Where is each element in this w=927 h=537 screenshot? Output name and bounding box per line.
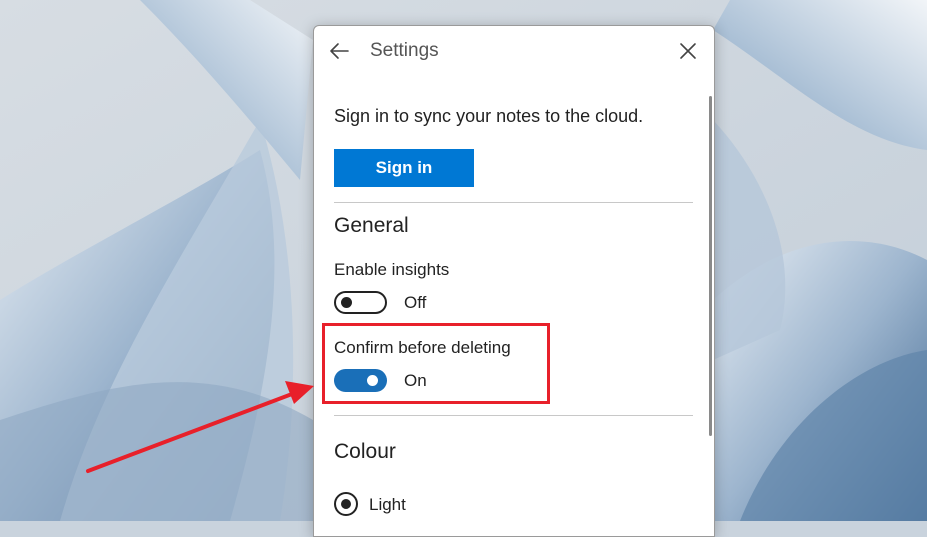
sign-in-button[interactable]: Sign in: [334, 149, 474, 187]
enable-insights-state: Off: [404, 293, 427, 312]
divider: [334, 202, 693, 203]
light-radio-label: Light: [369, 495, 406, 514]
back-button[interactable]: [328, 40, 350, 62]
settings-panel: Settings Sign in to sync your notes to t…: [313, 25, 715, 537]
annotation-highlight-box: [322, 323, 550, 404]
toggle-knob: [341, 297, 352, 308]
close-icon: [680, 43, 696, 59]
enable-insights-label: Enable insights: [334, 260, 450, 279]
settings-title: Settings: [370, 40, 439, 61]
sync-description: Sign in to sync your notes to the cloud.: [334, 106, 644, 126]
light-radio[interactable]: [334, 492, 358, 516]
scrollbar-thumb[interactable]: [709, 96, 712, 436]
radio-selected-dot: [341, 499, 351, 509]
general-heading: General: [334, 214, 409, 237]
settings-header: Settings: [314, 26, 714, 78]
close-button[interactable]: [678, 41, 698, 61]
colour-heading: Colour: [334, 440, 396, 463]
enable-insights-toggle[interactable]: [334, 291, 387, 314]
arrow-left-icon: [330, 43, 349, 59]
divider: [334, 415, 693, 416]
